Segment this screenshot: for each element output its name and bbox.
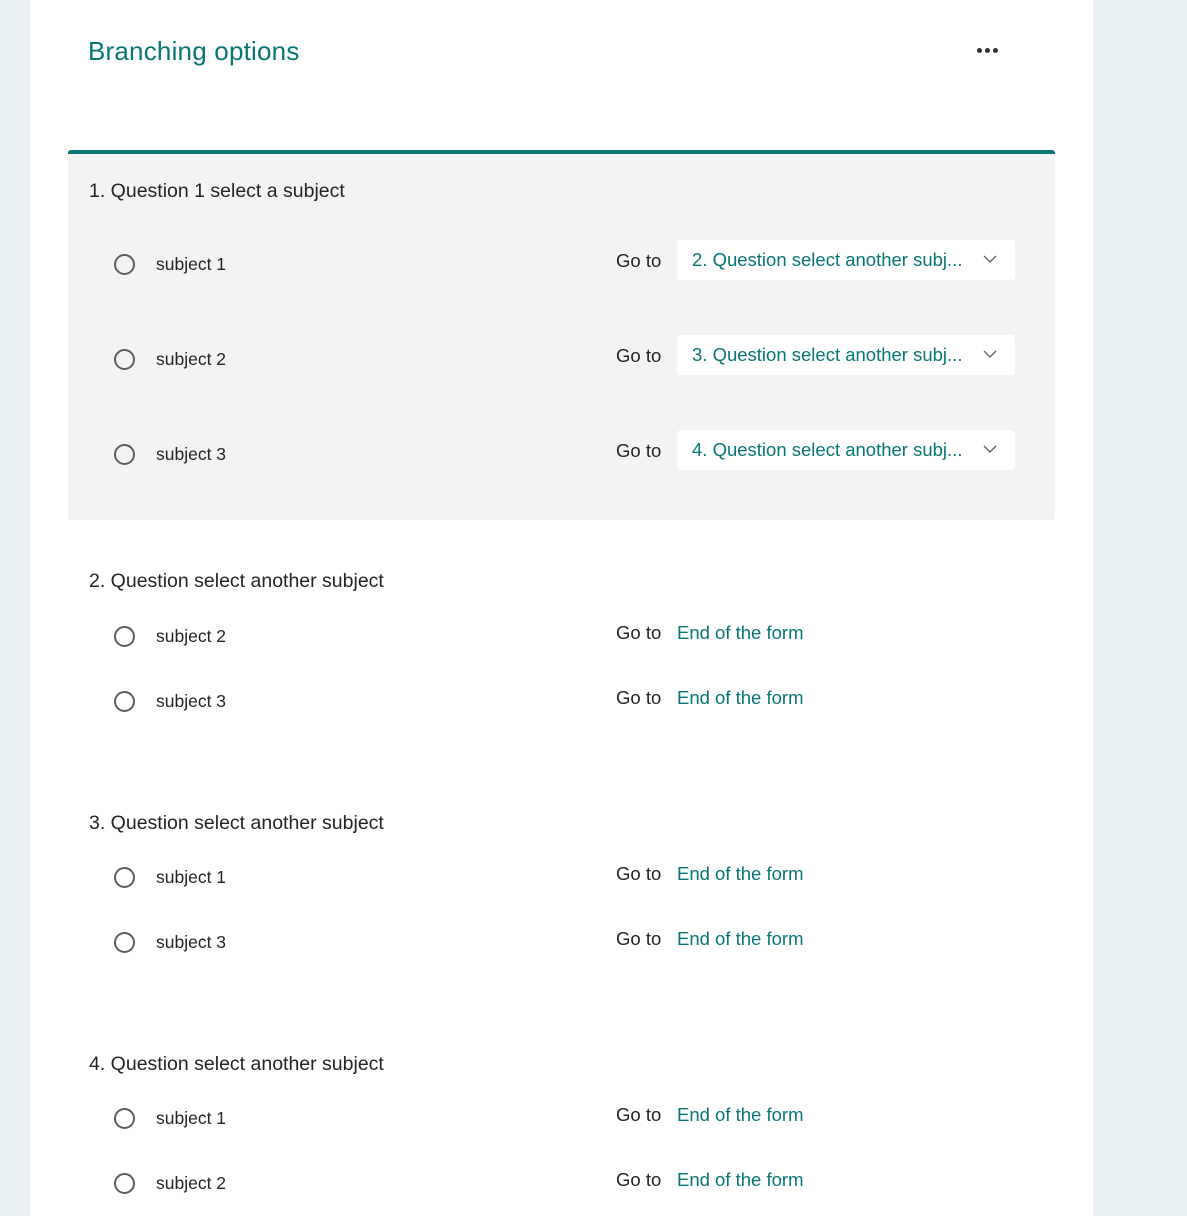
more-horizontal-icon — [976, 47, 982, 53]
option-label: subject 2 — [156, 1173, 227, 1193]
question-card-3[interactable]: 3. Question select another subject subje… — [68, 802, 1055, 1002]
goto-label: Go to — [616, 440, 662, 461]
option-label: subject 1 — [156, 1108, 227, 1128]
option-label: subject 3 — [156, 444, 227, 464]
goto-label: Go to — [616, 1169, 662, 1190]
more-options-button[interactable] — [970, 38, 1004, 62]
radio-button[interactable] — [114, 444, 135, 465]
goto-dropdown[interactable]: 2. Question select another subj... — [677, 240, 1015, 280]
branch-row: subject 3 Go to End of the form — [68, 924, 1055, 964]
question-card-2[interactable]: 2. Question select another subject subje… — [68, 560, 1055, 760]
radio-button[interactable] — [114, 691, 135, 712]
goto-dropdown-value: 3. Question select another subj... — [692, 344, 963, 365]
branch-row: subject 2 Go to End of the form — [68, 1165, 1055, 1205]
goto-dropdown[interactable]: 4. Question select another subj... — [677, 430, 1015, 470]
branch-row: subject 2 Go to End of the form — [68, 618, 1055, 658]
branching-panel: Branching options 1. Question 1 select a… — [30, 0, 1093, 1216]
branch-row: subject 1 Go to End of the form — [68, 1100, 1055, 1140]
more-horizontal-icon — [984, 47, 990, 53]
option-label: subject 3 — [156, 691, 227, 711]
goto-link[interactable]: End of the form — [677, 687, 803, 709]
radio-button[interactable] — [114, 254, 135, 275]
question-title: 2. Question select another subject — [89, 570, 384, 592]
goto-label: Go to — [616, 863, 662, 884]
radio-button[interactable] — [114, 932, 135, 953]
radio-button[interactable] — [114, 349, 135, 370]
option-label: subject 1 — [156, 254, 227, 274]
option-label: subject 2 — [156, 626, 227, 646]
goto-link[interactable]: End of the form — [677, 622, 803, 644]
goto-link[interactable]: End of the form — [677, 1104, 803, 1126]
branch-row: subject 1 Go to 2. Question select anoth… — [68, 240, 1055, 286]
branch-row: subject 2 Go to 3. Question select anoth… — [68, 335, 1055, 381]
goto-label: Go to — [616, 687, 662, 708]
question-title: 1. Question 1 select a subject — [89, 180, 345, 202]
question-card-4[interactable]: 4. Question select another subject subje… — [68, 1043, 1055, 1216]
radio-button[interactable] — [114, 1108, 135, 1129]
chevron-down-icon — [983, 255, 997, 263]
chevron-down-icon — [983, 350, 997, 358]
question-title: 3. Question select another subject — [89, 812, 384, 834]
goto-label: Go to — [616, 928, 662, 949]
goto-label: Go to — [616, 345, 662, 366]
goto-link[interactable]: End of the form — [677, 928, 803, 950]
option-label: subject 2 — [156, 349, 227, 369]
branch-row: subject 3 Go to End of the form — [68, 683, 1055, 723]
goto-dropdown-value: 2. Question select another subj... — [692, 249, 963, 270]
branch-row: subject 3 Go to 4. Question select anoth… — [68, 430, 1055, 476]
radio-button[interactable] — [114, 867, 135, 888]
radio-button[interactable] — [114, 1173, 135, 1194]
goto-dropdown-value: 4. Question select another subj... — [692, 439, 963, 460]
goto-link[interactable]: End of the form — [677, 1169, 803, 1191]
question-title: 4. Question select another subject — [89, 1053, 384, 1075]
page-title: Branching options — [88, 36, 300, 66]
goto-link[interactable]: End of the form — [677, 863, 803, 885]
goto-label: Go to — [616, 622, 662, 643]
chevron-down-icon — [983, 445, 997, 453]
branch-row: subject 1 Go to End of the form — [68, 859, 1055, 899]
goto-dropdown[interactable]: 3. Question select another subj... — [677, 335, 1015, 375]
more-horizontal-icon — [992, 47, 998, 53]
goto-label: Go to — [616, 250, 662, 271]
radio-button[interactable] — [114, 626, 135, 647]
option-label: subject 3 — [156, 932, 227, 952]
goto-label: Go to — [616, 1104, 662, 1125]
question-card-1[interactable]: 1. Question 1 select a subject subject 1… — [68, 150, 1055, 520]
option-label: subject 1 — [156, 867, 227, 887]
